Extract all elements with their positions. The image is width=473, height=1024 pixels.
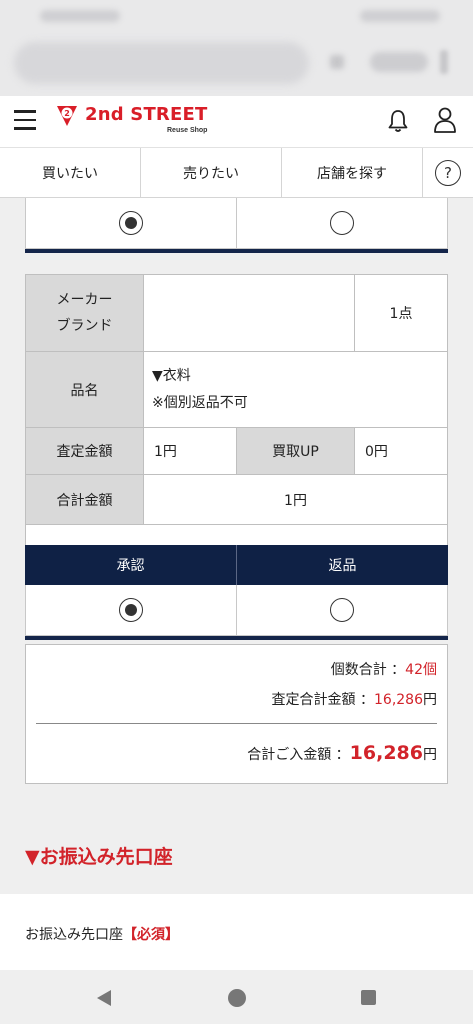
approve-radio[interactable] xyxy=(119,211,143,235)
required-badge: 【必須】 xyxy=(123,927,179,943)
count-total-line: 個数合計 ： 42個 xyxy=(36,645,437,679)
status-bar-blur xyxy=(40,10,120,22)
previous-item-actions xyxy=(25,198,448,253)
logo-mark-icon: 2 xyxy=(57,106,77,126)
appraisal-label: 査定金額 xyxy=(25,427,144,475)
system-nav-bar xyxy=(0,970,473,1024)
appraisal-total-label: 査定合計金額 ： xyxy=(271,692,374,708)
main-nav: 買いたい 売りたい 店舗を探す ? xyxy=(0,148,473,198)
return-radio-cell[interactable] xyxy=(236,198,447,248)
bell-icon[interactable] xyxy=(386,108,410,134)
bonus-value: 0円 xyxy=(354,427,448,475)
action-header: 承認 返品 xyxy=(25,545,448,585)
nav-buy[interactable]: 買いたい xyxy=(0,148,141,197)
transfer-account-label-text: お振込み先口座 xyxy=(25,927,123,943)
maker-brand-label: メーカー ブランド xyxy=(25,274,144,352)
back-icon[interactable] xyxy=(97,990,111,1006)
transfer-account-label: お振込み先口座【必須】 xyxy=(25,924,179,944)
hamburger-menu-icon[interactable] xyxy=(14,110,36,130)
help-icon: ? xyxy=(435,159,461,186)
recent-apps-icon[interactable] xyxy=(361,990,376,1005)
svg-text:2: 2 xyxy=(64,109,70,118)
item-name-label: 品名 xyxy=(25,351,144,428)
transfer-form: お振込み先口座【必須】 xyxy=(0,894,473,970)
brand-name: 2nd STREET xyxy=(85,104,208,125)
deposit-total-value: 16,286 xyxy=(349,742,423,764)
return-header: 返品 xyxy=(236,545,448,585)
appraisal-value: 1円 xyxy=(143,427,237,475)
item-name-cell: ▼衣料 ※個別返品不可 xyxy=(143,351,448,428)
return-radio-cell[interactable] xyxy=(236,585,447,635)
count-total-value: 42個 xyxy=(405,662,437,678)
approve-radio-cell[interactable] xyxy=(26,585,236,635)
site-header: 2 2nd STREET Reuse Shop xyxy=(0,96,473,148)
quantity-value: 1点 xyxy=(354,274,448,352)
approve-radio[interactable] xyxy=(119,598,143,622)
appraisal-total-unit: 円 xyxy=(423,692,437,708)
table-row: 品名 ▼衣料 ※個別返品不可 xyxy=(25,351,448,428)
summary-box: 個数合計 ： 42個 査定合計金額 ： 16,286 円 合計ご入金額 ： 16… xyxy=(25,644,448,784)
table-row: メーカー ブランド 1点 xyxy=(25,274,448,352)
browser-chrome xyxy=(0,0,473,96)
approve-radio-cell[interactable] xyxy=(26,198,236,248)
table-row: 合計金額 1円 xyxy=(25,474,448,525)
site-logo[interactable]: 2 2nd STREET Reuse Shop xyxy=(55,104,225,140)
approve-header: 承認 xyxy=(116,558,145,574)
nav-sell[interactable]: 売りたい xyxy=(141,148,282,197)
item-category: ▼衣料 xyxy=(152,367,191,384)
item-card: メーカー ブランド 1点 品名 ▼衣料 ※個別返品不可 査定金額 1円 買取UP… xyxy=(25,274,448,640)
item-note: ※個別返品不可 xyxy=(152,394,248,411)
appraisal-total-value: 16,286 xyxy=(374,692,423,708)
count-total-label: 個数合計 ： xyxy=(330,662,406,678)
nav-find-store[interactable]: 店舗を探す xyxy=(282,148,423,197)
brand-subtitle: Reuse Shop xyxy=(167,127,208,134)
return-radio[interactable] xyxy=(330,211,354,235)
item-info-table: メーカー ブランド 1点 品名 ▼衣料 ※個別返品不可 査定金額 1円 買取UP… xyxy=(25,274,448,525)
divider-line xyxy=(25,249,448,253)
transfer-section-title: ▼お振込み先口座 xyxy=(25,846,173,868)
browser-menu-icon[interactable] xyxy=(440,50,448,74)
subtotal-value: 1円 xyxy=(143,474,448,525)
return-radio[interactable] xyxy=(330,598,354,622)
user-account-icon[interactable] xyxy=(432,106,458,134)
browser-home-icon[interactable] xyxy=(330,55,344,69)
address-bar[interactable] xyxy=(14,42,309,84)
status-icons-blur xyxy=(360,10,440,22)
help-button[interactable]: ? xyxy=(423,148,473,197)
deposit-total-label: 合計ご入金額 ： xyxy=(247,747,350,763)
deposit-total-line: 合計ご入金額 ： 16,286 円 xyxy=(36,724,437,764)
home-icon[interactable] xyxy=(228,989,246,1007)
maker-brand-value xyxy=(143,274,355,352)
bonus-label: 買取UP xyxy=(236,427,355,475)
table-row: 査定金額 1円 買取UP 0円 xyxy=(25,427,448,475)
browser-tabs-icon[interactable] xyxy=(370,52,428,72)
appraisal-total-line: 査定合計金額 ： 16,286 円 xyxy=(36,679,437,723)
deposit-total-unit: 円 xyxy=(423,747,437,763)
subtotal-label: 合計金額 xyxy=(25,474,144,525)
divider-line xyxy=(25,636,448,640)
